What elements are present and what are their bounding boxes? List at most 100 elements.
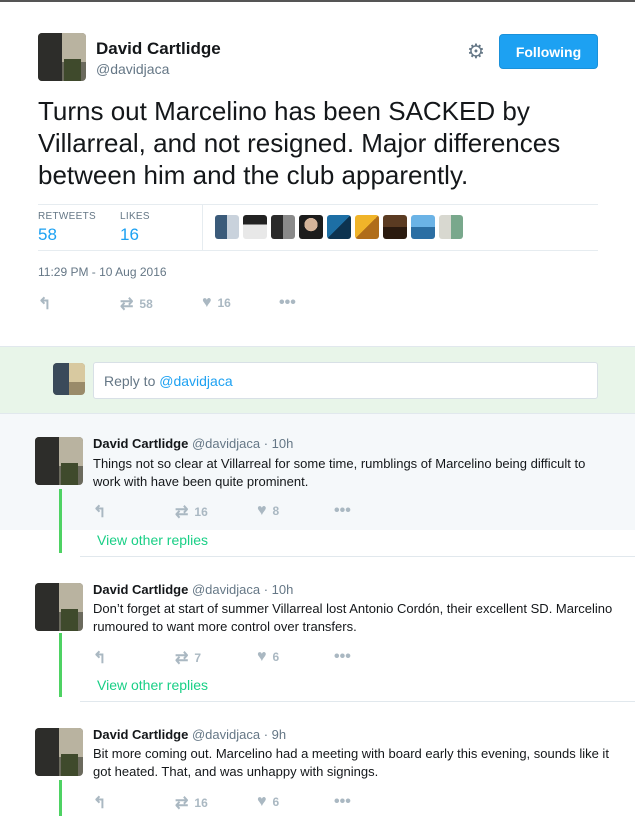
gear-icon[interactable]: ⚙ [466,42,486,62]
reply-tweet[interactable]: David Cartlidge @davidjaca · 9h Bit more… [0,717,635,816]
like-count: 8 [272,504,280,518]
reply-time[interactable]: · 10h [264,436,294,451]
reply-prefix: Reply to [104,373,160,389]
thread-line [59,780,62,816]
more-button[interactable]: ••• [334,793,351,811]
like-button[interactable]: ♥ 16 [202,294,231,312]
likers-avatars [202,205,463,250]
reply-tweet[interactable]: David Cartlidge @davidjaca · 10h Don’t f… [0,572,635,672]
following-button[interactable]: Following [499,34,598,69]
tweet-actions: ↰ ⇄ 58 ♥ 16 ••• [38,294,598,314]
reply-author-name[interactable]: David Cartlidge [93,727,188,742]
reply-author-name[interactable]: David Cartlidge [93,582,188,597]
reply-author-handle[interactable]: @davidjaca [192,582,260,597]
retweet-count: 58 [139,297,153,311]
heart-icon: ♥ [257,502,267,519]
reply-icon: ↰ [93,650,107,667]
liker-avatar[interactable] [383,215,407,239]
reply-header: David Cartlidge @davidjaca · 10h [93,436,293,451]
liker-avatar[interactable] [327,215,351,239]
thread-line [59,633,62,697]
reply-button[interactable]: ↰ [93,793,106,813]
liker-avatar[interactable] [271,215,295,239]
retweet-button[interactable]: ⇄ 16 [175,793,208,813]
view-other-replies-link[interactable]: View other replies [97,677,208,693]
like-count: 6 [272,650,280,664]
reply-actions: ↰ ⇄ 16 ♥ 8 ••• [93,502,493,522]
liker-avatar[interactable] [411,215,435,239]
more-icon: ••• [334,502,351,519]
tweet-timestamp[interactable]: 11:29 PM - 10 Aug 2016 [38,265,167,279]
thread-line [59,489,62,553]
reply-icon: ↰ [93,504,107,521]
reply-actions: ↰ ⇄ 16 ♥ 6 ••• [93,793,493,813]
reply-author-handle[interactable]: @davidjaca [192,727,260,742]
view-other-replies-link[interactable]: View other replies [97,532,208,548]
divider [80,556,635,557]
heart-icon: ♥ [257,793,267,810]
more-button[interactable]: ••• [279,294,296,312]
liker-avatar[interactable] [439,215,463,239]
reply-button[interactable]: ↰ [38,294,51,314]
like-count: 6 [272,795,280,809]
reply-text: Don’t forget at start of summer Villarre… [93,601,613,634]
like-count: 16 [217,296,231,310]
retweet-icon: ⇄ [175,504,189,521]
likes-label: LIKES [120,211,150,222]
retweets-label: RETWEETS [38,211,96,222]
retweet-count: 16 [194,796,208,810]
current-user-avatar[interactable] [53,363,85,395]
reply-button[interactable]: ↰ [93,502,106,522]
liker-avatar[interactable] [355,215,379,239]
more-icon: ••• [334,648,351,665]
avatar[interactable] [35,437,83,485]
retweet-button[interactable]: ⇄ 58 [120,294,153,314]
retweet-icon: ⇄ [175,795,189,812]
likes-count: 16 [120,225,139,244]
like-button[interactable]: ♥ 6 [257,648,279,666]
like-button[interactable]: ♥ 6 [257,793,279,811]
reply-actions: ↰ ⇄ 7 ♥ 6 ••• [93,648,493,668]
reply-author-name[interactable]: David Cartlidge [93,436,188,451]
more-icon: ••• [334,793,351,810]
avatar[interactable] [35,728,83,776]
reply-icon: ↰ [38,296,52,313]
reply-composer: Reply to @davidjaca [0,346,635,414]
tweet-text: Turns out Marcelino has been SACKED by V… [38,96,561,190]
author-handle[interactable]: @davidjaca [96,61,169,77]
reply-text: Things not so clear at Villarreal for so… [93,456,586,489]
divider [80,701,635,702]
liker-avatar[interactable] [215,215,239,239]
retweet-icon: ⇄ [175,650,189,667]
reply-author-handle[interactable]: @davidjaca [192,436,260,451]
heart-icon: ♥ [202,294,212,311]
more-button[interactable]: ••• [334,502,351,520]
reply-text: Bit more coming out. Marcelino had a mee… [93,746,609,779]
reply-time[interactable]: · 9h [264,727,286,742]
avatar[interactable] [38,33,86,81]
retweets-count: 58 [38,225,57,244]
likes-stat[interactable]: LIKES 16 [120,211,150,245]
retweet-icon: ⇄ [120,296,134,313]
avatar[interactable] [35,583,83,631]
tweet-stats: RETWEETS 58 LIKES 16 [38,204,598,251]
reply-time[interactable]: · 10h [264,582,294,597]
reply-mention: @davidjaca [159,373,233,389]
reply-icon: ↰ [93,795,107,812]
author-name[interactable]: David Cartlidge [96,39,221,59]
reply-button[interactable]: ↰ [93,648,106,668]
reply-header: David Cartlidge @davidjaca · 10h [93,582,293,597]
heart-icon: ♥ [257,648,267,665]
reply-header: David Cartlidge @davidjaca · 9h [93,727,286,742]
reply-input[interactable]: Reply to @davidjaca [93,362,598,399]
like-button[interactable]: ♥ 8 [257,502,279,520]
retweet-button[interactable]: ⇄ 7 [175,648,201,668]
more-icon: ••• [279,294,296,311]
liker-avatar[interactable] [299,215,323,239]
reply-tweet[interactable]: David Cartlidge @davidjaca · 10h Things … [0,426,635,530]
more-button[interactable]: ••• [334,648,351,666]
retweets-stat[interactable]: RETWEETS 58 [38,211,96,245]
retweet-button[interactable]: ⇄ 16 [175,502,208,522]
liker-avatar[interactable] [243,215,267,239]
section-gap [0,414,635,426]
